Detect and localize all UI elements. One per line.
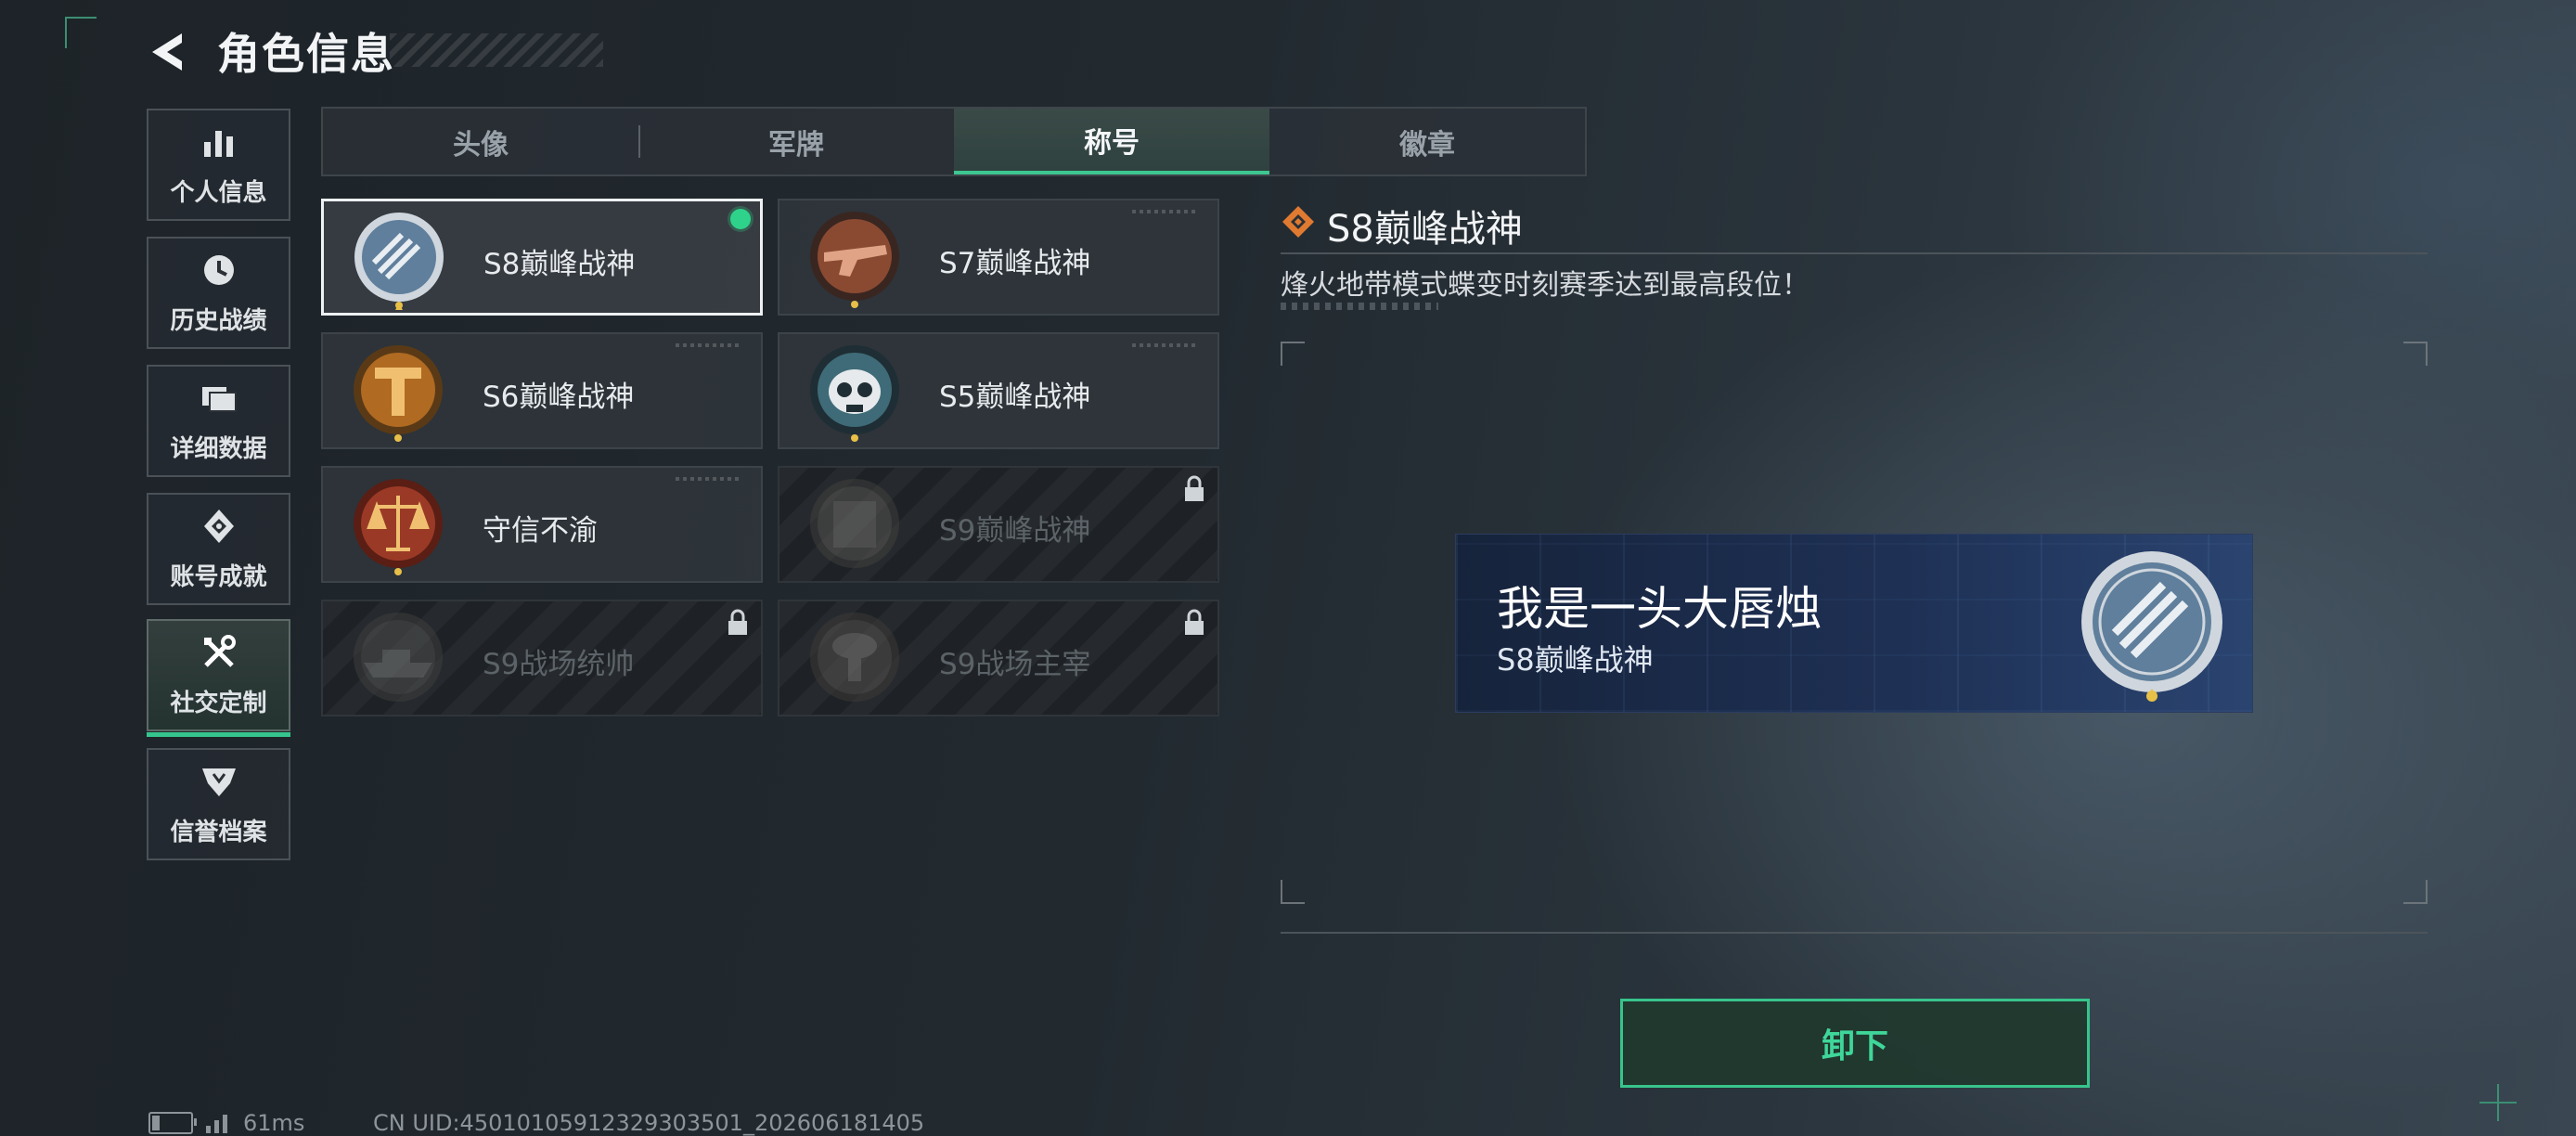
s7-emblem-icon — [810, 212, 899, 308]
warship-emblem-icon — [354, 613, 443, 702]
sidebar-item-reputation[interactable]: 信誉档案 — [147, 748, 290, 860]
title-name: S6巅峰战神 — [483, 381, 635, 414]
title-name: S5巅峰战神 — [939, 381, 1091, 414]
sidebar-item-detailed-data[interactable]: 详细数据 — [147, 365, 290, 477]
s6-emblem-icon — [354, 345, 443, 442]
title-name: S9巅峰战神 — [939, 514, 1091, 548]
s5-skull-emblem-icon — [810, 345, 899, 442]
preview-player-name: 我是一头大唇烛 — [1497, 582, 1822, 636]
lock-icon — [728, 609, 747, 635]
title-card-trustworthy[interactable]: 守信不渝 — [321, 466, 763, 583]
title-card-s8-peak[interactable]: S8巅峰战神 — [321, 199, 763, 316]
title-card-s7-peak[interactable]: S7巅峰战神 — [778, 199, 1219, 316]
rank-diamond-icon — [1282, 206, 1314, 238]
tab-avatar[interactable]: 头像 — [323, 109, 638, 174]
sidebar-item-personal-info[interactable]: 个人信息 — [147, 109, 290, 221]
back-arrow-icon[interactable] — [145, 28, 193, 76]
tab-dog-tag[interactable]: 军牌 — [638, 109, 954, 174]
status-bar: 61ms — [148, 1110, 304, 1136]
corner-bracket-top-left — [65, 17, 97, 48]
bar-chart-icon — [203, 131, 233, 157]
card-decoration — [676, 343, 741, 347]
title-name: S9战场主宰 — [939, 648, 1091, 681]
s8-emblem-icon — [2081, 551, 2222, 702]
sidebar-item-label: 个人信息 — [170, 179, 267, 207]
s9-emblem-icon — [810, 479, 899, 568]
detail-title: S8巅峰战神 — [1327, 208, 1523, 251]
title-card-s9-dominator-locked[interactable]: S9战场主宰 — [778, 600, 1219, 716]
crosshair-icon — [2479, 1084, 2517, 1121]
unequip-button[interactable]: 卸下 — [1620, 999, 2090, 1088]
title-name: 守信不渝 — [483, 514, 598, 548]
title-name: S7巅峰战神 — [939, 247, 1091, 280]
preview-title: S8巅峰战神 — [1497, 642, 1654, 678]
card-decoration — [1132, 343, 1197, 347]
sidebar-item-achievements[interactable]: 账号成就 — [147, 493, 290, 605]
battery-icon — [148, 1112, 197, 1134]
divider — [1281, 252, 2428, 254]
title-card-s9-peak-locked[interactable]: S9巅峰战神 — [778, 466, 1219, 583]
history-clock-icon — [203, 255, 234, 285]
card-decoration — [676, 477, 741, 481]
tools-icon — [203, 635, 236, 667]
sidebar-item-history[interactable]: 历史战绩 — [147, 237, 290, 349]
mushroom-cloud-emblem-icon — [810, 613, 899, 702]
signal-icon — [206, 1115, 227, 1133]
folder-icon — [201, 387, 237, 412]
justice-scale-emblem-icon — [354, 479, 443, 575]
sidebar-item-label: 历史战绩 — [170, 307, 267, 335]
sidebar-item-label: 详细数据 — [170, 435, 267, 463]
achievement-icon — [203, 510, 234, 543]
tab-bar: 头像 军牌 称号 徽章 — [321, 107, 1587, 176]
reputation-icon — [201, 768, 236, 796]
title-card-s9-commander-locked[interactable]: S9战场统帅 — [321, 600, 763, 716]
tab-emblem[interactable]: 徽章 — [1269, 109, 1585, 174]
s8-emblem-icon — [354, 213, 444, 310]
page-title: 角色信息 — [217, 29, 395, 79]
equipped-indicator — [730, 209, 751, 229]
detail-subtext-decoration — [1281, 303, 1438, 310]
sidebar-item-label: 信誉档案 — [170, 819, 267, 846]
card-decoration — [1132, 210, 1197, 213]
sidebar-item-social-custom[interactable]: 社交定制 — [147, 619, 290, 737]
divider — [1281, 932, 2428, 934]
detail-description: 烽火地带模式蝶变时刻赛季达到最高段位！ — [1281, 269, 1810, 302]
lock-icon — [1185, 609, 1204, 635]
tab-title[interactable]: 称号 — [954, 109, 1269, 174]
title-decoration — [390, 33, 603, 67]
sidebar-item-label: 社交定制 — [170, 690, 267, 717]
title-name: S8巅峰战神 — [483, 248, 636, 281]
lock-icon — [1185, 475, 1204, 501]
title-name: S9战场统帅 — [483, 648, 635, 681]
title-card-s6-peak[interactable]: S6巅峰战神 — [321, 332, 763, 449]
title-preview-banner: 我是一头大唇烛 S8巅峰战神 — [1455, 534, 2253, 713]
title-card-s5-peak[interactable]: S5巅峰战神 — [778, 332, 1219, 449]
ping-value: 61ms — [243, 1110, 305, 1136]
sidebar-item-label: 账号成就 — [170, 563, 267, 591]
uid-text: CN UID:45010105912329303501_202606181405 — [373, 1110, 925, 1136]
